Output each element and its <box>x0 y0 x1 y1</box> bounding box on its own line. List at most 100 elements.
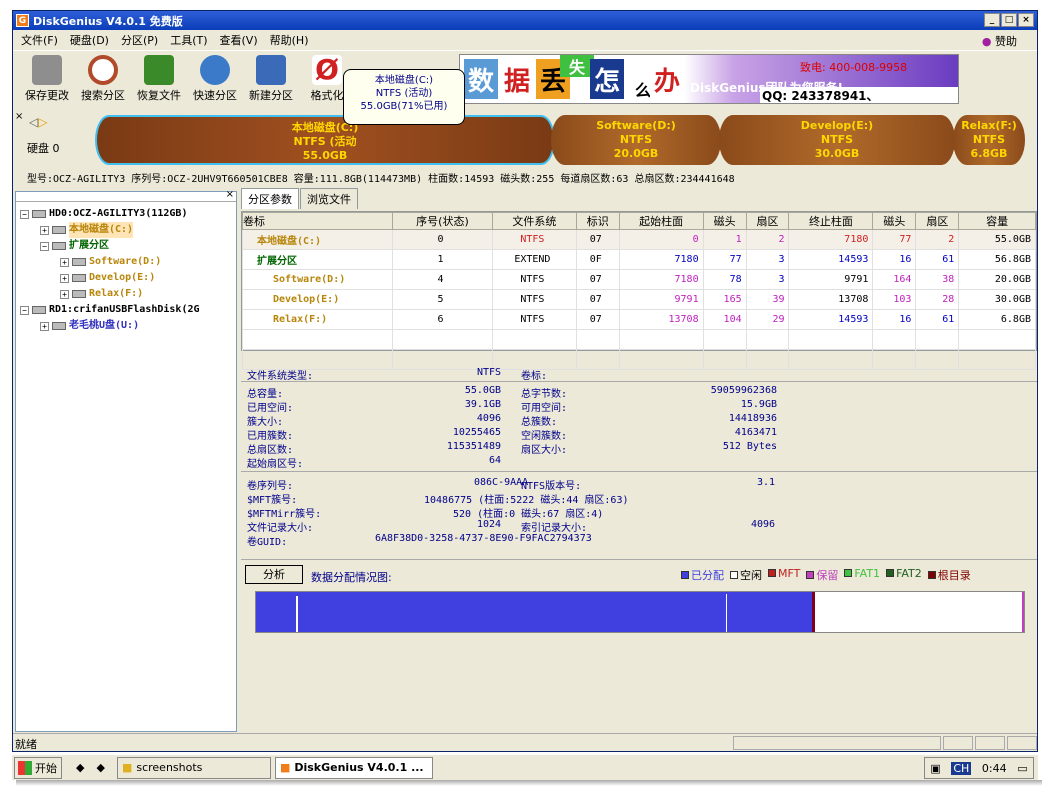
table-cell: 4 <box>392 269 493 290</box>
col-header[interactable]: 扇区 <box>745 212 790 230</box>
taskbar: 开始 ◆ ◆ ■ screenshots ■ DiskGenius V4.0.1 .… <box>12 754 1038 780</box>
menu-file[interactable]: 文件(F) <box>15 32 64 48</box>
close-icon[interactable]: × <box>15 111 23 122</box>
tree-item[interactable]: + Software(D:) <box>20 254 236 270</box>
table-row[interactable]: Software(D:) 4 NTFS 07 7180 78 3 9791 164 38 20.0G… <box>242 269 1036 290</box>
detail-value: 15.9GB <box>740 399 777 410</box>
tree-item[interactable]: + Relax(F:) <box>20 286 236 302</box>
col-header[interactable]: 磁头 <box>702 212 747 230</box>
collapse-icon[interactable]: − <box>20 305 29 315</box>
partition-icon <box>52 322 66 330</box>
partition-block-f[interactable]: Relax(F:) NTFS 6.8GB <box>953 115 1025 165</box>
partition-block-d[interactable]: Software(D:) NTFS 20.0GB <box>551 115 721 165</box>
menu-bar: 文件(F) 硬盘(D) 分区(P) 工具(T) 查看(V) 帮助(H) ● 赞助 <box>13 30 1037 50</box>
tree-item[interactable]: − 扩展分区 <box>20 238 236 254</box>
col-header[interactable]: 终止柱面 <box>788 212 874 230</box>
tree-item[interactable]: − RD1:crifanUSBFlashDisk(2G <box>20 302 236 318</box>
chevron-right-icon[interactable]: ▷ <box>38 115 47 129</box>
table-cell: Relax(F:) <box>242 309 393 330</box>
table-row[interactable]: Relax(F:) 6 NTFS 07 13708 104 29 14593 16 61 6.8GB <box>242 309 1036 330</box>
partition-icon <box>72 258 86 266</box>
ad-banner[interactable]: 数 据 丢 失 怎 么 办 DiskGenius团队为您服务! 致电: 400-… <box>459 54 959 104</box>
table-row[interactable]: 本地磁盘(C:) 0 NTFS 07 0 1 2 7180 77 2 55.0GB <box>242 229 1036 250</box>
menu-help[interactable]: 帮助(H) <box>264 32 315 48</box>
window-title: DiskGenius V4.0.1 免费版 <box>33 14 183 28</box>
collapse-icon[interactable]: − <box>20 209 29 219</box>
disk-tree: − HD0:OCZ-AGILITY3(112GB) + 本地磁盘(C:) − 扩展分区… <box>16 202 236 334</box>
col-header[interactable]: 序号(状态) <box>392 212 493 230</box>
partition-icon <box>52 226 66 234</box>
network-icon[interactable]: ▭ <box>1017 762 1027 775</box>
quicklaunch-icon[interactable]: ◆ <box>76 761 84 774</box>
col-header[interactable]: 文件系统 <box>491 212 577 230</box>
monitor-icon[interactable]: ▣ <box>930 762 940 775</box>
menu-view[interactable]: 查看(V) <box>214 32 264 48</box>
tree-item[interactable]: + Develop(E:) <box>20 270 236 286</box>
table-row[interactable]: Develop(E:) 5 NTFS 07 9791 165 39 13708 103 28 30.… <box>242 289 1036 310</box>
start-button[interactable]: 开始 <box>14 756 62 779</box>
donate-link[interactable]: ● 赞助 <box>976 33 1023 49</box>
expand-icon[interactable]: + <box>60 289 69 299</box>
expand-icon[interactable]: + <box>40 321 49 331</box>
partition-table: 卷标 序号(状态) 文件系统 标识 起始柱面 磁头 扇区 终止柱面 磁头 扇区 … <box>241 211 1037 370</box>
detail-label: 空闲簇数: <box>521 431 568 442</box>
menu-partition[interactable]: 分区(P) <box>115 32 164 48</box>
close-button[interactable]: × <box>1018 13 1034 27</box>
col-header[interactable]: 卷标 <box>242 212 393 230</box>
minimize-button[interactable]: _ <box>984 13 1000 27</box>
mftmirr-label: $MFTMirr簇号: <box>247 509 322 520</box>
detail-label: 扇区大小: <box>521 445 568 456</box>
expand-icon[interactable]: + <box>40 225 49 235</box>
partition-icon <box>72 274 86 282</box>
detail-value: 512 Bytes <box>722 441 777 452</box>
partition-block-e[interactable]: Develop(E:) NTFS 30.0GB <box>719 115 955 165</box>
expand-icon[interactable]: + <box>60 273 69 283</box>
windows-flag-icon <box>18 760 32 775</box>
new-partition-button[interactable]: 新建分区 <box>243 51 299 103</box>
col-header[interactable]: 扇区 <box>915 212 960 230</box>
disk-nav-arrows[interactable]: ◁▷ <box>29 115 47 129</box>
expand-icon[interactable]: + <box>60 257 69 267</box>
menu-tools[interactable]: 工具(T) <box>164 32 213 48</box>
partition-size: 6.8GB <box>970 147 1008 160</box>
col-header[interactable]: 起始柱面 <box>618 212 704 230</box>
free-gap <box>726 594 727 632</box>
table-row[interactable]: 扩展分区 1 EXTEND 0F 7180 77 3 14593 16 61 56.8GB <box>242 249 1036 270</box>
recover-files-button[interactable]: 恢复文件 <box>131 51 187 103</box>
table-cell: Software(D:) <box>242 269 393 290</box>
search-partition-button[interactable]: 搜索分区 <box>75 51 131 103</box>
table-cell: NTFS <box>491 269 577 290</box>
ime-indicator[interactable]: CH <box>951 761 972 775</box>
maximize-button[interactable]: □ <box>1001 13 1017 27</box>
tree-item[interactable]: + 本地磁盘(C:) <box>20 222 236 238</box>
mftmirr-value: 520 (柱面:0 磁头:67 扇区:4) <box>453 509 604 520</box>
title-bar[interactable]: G DiskGenius V4.0.1 免费版 _ □ × <box>13 11 1037 30</box>
analyze-button[interactable]: 分析 <box>245 565 303 584</box>
disk-icon <box>32 306 46 314</box>
table-cell: 3 <box>745 269 790 290</box>
col-header[interactable]: 容量 <box>958 212 1036 230</box>
tab-partition-params[interactable]: 分区参数 <box>241 188 299 209</box>
partition-block-c[interactable]: 本地磁盘(C:) NTFS (活动 55.0GB <box>95 115 555 165</box>
col-header[interactable]: 标识 <box>575 212 620 230</box>
banner-char: 办 <box>650 59 684 99</box>
chevron-left-icon[interactable]: ◁ <box>29 115 38 129</box>
detail-label: 总扇区数: <box>247 445 294 456</box>
clock[interactable]: 0:44 <box>982 762 1007 775</box>
close-icon[interactable]: × <box>226 189 234 200</box>
task-diskgenius[interactable]: ■ DiskGenius V4.0.1 ... <box>274 756 433 779</box>
collapse-icon[interactable]: − <box>40 241 49 251</box>
quick-partition-button[interactable]: 快速分区 <box>187 51 243 103</box>
status-cell <box>943 736 973 750</box>
save-changes-button[interactable]: 保存更改 <box>19 51 75 103</box>
table-cell: 165 <box>702 289 747 310</box>
tab-browse-files[interactable]: 浏览文件 <box>300 188 358 209</box>
menu-disk[interactable]: 硬盘(D) <box>64 32 115 48</box>
legend-swatch <box>730 571 738 579</box>
col-header[interactable]: 磁头 <box>872 212 917 230</box>
detail-label: 已用簇数: <box>247 431 294 442</box>
quicklaunch-icon[interactable]: ◆ <box>96 761 104 774</box>
tree-item[interactable]: − HD0:OCZ-AGILITY3(112GB) <box>20 206 236 222</box>
tree-item[interactable]: + 老毛桃U盘(U:) <box>20 318 236 334</box>
task-screenshots[interactable]: ■ screenshots <box>116 756 271 779</box>
